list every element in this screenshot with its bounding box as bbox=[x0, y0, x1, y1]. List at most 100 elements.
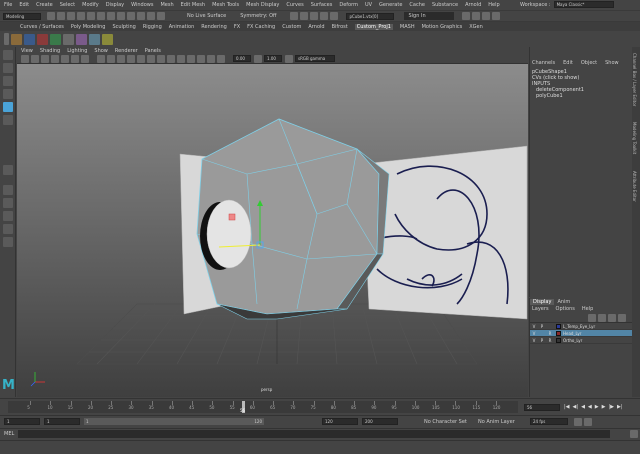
shelf-script-1-icon[interactable] bbox=[24, 33, 35, 45]
timeline-track[interactable]: 5 10 15 20 25 30 35 40 45 50 55 60 65 70 75 80 85 90 95 100… bbox=[8, 401, 518, 413]
layer-color-swatch[interactable] bbox=[556, 337, 561, 343]
menu-mesh-tools[interactable]: Mesh Tools bbox=[212, 2, 239, 8]
menu-cache[interactable]: Cache bbox=[409, 2, 425, 8]
menu-generate[interactable]: Generate bbox=[379, 2, 402, 8]
layer-visibility-toggle[interactable]: V bbox=[530, 338, 538, 343]
motion-blur-icon[interactable] bbox=[167, 54, 175, 63]
channel-box-icon[interactable] bbox=[492, 12, 501, 20]
character-set-dropdown[interactable]: No Character Set bbox=[424, 419, 472, 425]
channel-box-menu-show[interactable]: Show bbox=[605, 60, 619, 66]
anim-layer-dropdown[interactable]: No Anim Layer bbox=[478, 419, 524, 425]
shelf-tab-custom[interactable]: Custom bbox=[282, 24, 301, 30]
hypershade-icon[interactable] bbox=[320, 12, 329, 20]
gamma-icon[interactable] bbox=[254, 54, 262, 63]
workspace-dropdown[interactable]: Maya Classic* bbox=[553, 1, 614, 8]
channel-box-menu-channels[interactable]: Channels bbox=[532, 60, 555, 66]
workspace-selector[interactable]: Workspace : Maya Classic* bbox=[520, 1, 614, 8]
play-backward-icon[interactable]: ◀ bbox=[588, 404, 592, 410]
new-scene-icon[interactable] bbox=[47, 12, 55, 20]
camera-attributes-icon[interactable] bbox=[31, 54, 39, 63]
render-frame-icon[interactable] bbox=[290, 12, 299, 20]
menu-mesh-display[interactable]: Mesh Display bbox=[246, 2, 279, 8]
undo-icon[interactable] bbox=[77, 12, 85, 20]
shelf-script-3-icon[interactable] bbox=[50, 33, 61, 45]
shelf-tab-arnold[interactable]: Arnold bbox=[308, 24, 324, 30]
shelf-tab-motion-graphics[interactable]: Motion Graphics bbox=[422, 24, 463, 30]
viewport-menu-shading[interactable]: Shading bbox=[40, 48, 60, 54]
shelf-tab-xgen[interactable]: XGen bbox=[469, 24, 483, 30]
side-tab-attribute-editor[interactable]: Attribute Editor bbox=[632, 171, 637, 216]
menu-create[interactable]: Create bbox=[36, 2, 53, 8]
shelf-tab-rigging[interactable]: Rigging bbox=[143, 24, 162, 30]
menu-uv[interactable]: UV bbox=[365, 2, 372, 8]
outliner-layout-icon[interactable] bbox=[2, 211, 13, 221]
step-back-frame-icon[interactable]: ◀ bbox=[581, 404, 585, 410]
lasso-tool-icon[interactable] bbox=[2, 63, 13, 73]
shelf-tab-poly-modeling[interactable]: Poly Modeling bbox=[71, 24, 106, 30]
menu-edit[interactable]: Edit bbox=[19, 2, 29, 8]
fps-dropdown[interactable]: 24 fps bbox=[530, 418, 568, 425]
shelf-tab-sculpting[interactable]: Sculpting bbox=[112, 24, 135, 30]
channel-box-menu-object[interactable]: Object bbox=[581, 60, 597, 66]
channel-box-item-polycube1[interactable]: polyCube1 bbox=[530, 93, 632, 99]
layer-visibility-toggle[interactable]: V bbox=[530, 331, 538, 336]
layer-reference-toggle[interactable]: R bbox=[546, 338, 554, 343]
tab-display[interactable]: Display bbox=[530, 298, 555, 305]
grid-toggle-icon[interactable] bbox=[61, 54, 69, 63]
move-layer-down-icon[interactable] bbox=[598, 313, 606, 322]
shelf-script-4-icon[interactable] bbox=[63, 33, 74, 45]
shelf-script-5-icon[interactable] bbox=[76, 33, 87, 45]
menu-edit-mesh[interactable]: Edit Mesh bbox=[181, 2, 205, 8]
step-forward-frame-icon[interactable]: ▶ bbox=[602, 404, 606, 410]
current-frame-field[interactable]: 56 bbox=[524, 404, 560, 411]
open-scene-icon[interactable] bbox=[57, 12, 65, 20]
menu-help[interactable]: Help bbox=[488, 2, 499, 8]
layer-color-swatch[interactable] bbox=[556, 330, 561, 336]
menu-substance[interactable]: Substance bbox=[432, 2, 458, 8]
menu-surfaces[interactable]: Surfaces bbox=[311, 2, 333, 8]
shelf-tab-bifrost[interactable]: Bifrost bbox=[332, 24, 348, 30]
modeling-toolkit-icon[interactable] bbox=[462, 12, 471, 20]
playback-end-field[interactable]: 120 bbox=[322, 418, 358, 425]
scale-tool-icon[interactable] bbox=[2, 115, 13, 125]
side-tab-modeling-toolkit[interactable]: Modeling Toolkit bbox=[632, 122, 637, 167]
viewport-menu-lighting[interactable]: Lighting bbox=[67, 48, 87, 54]
command-input[interactable] bbox=[18, 430, 610, 438]
menu-arnold[interactable]: Arnold bbox=[465, 2, 481, 8]
isolate-select-icon[interactable] bbox=[187, 54, 195, 63]
wireframe-icon[interactable] bbox=[97, 54, 105, 63]
play-forward-icon[interactable]: ▶ bbox=[595, 404, 599, 410]
time-slider[interactable]: 5 10 15 20 25 30 35 40 45 50 55 60 65 70 75 80 85 90 95 100… bbox=[0, 398, 640, 414]
ipr-render-icon[interactable] bbox=[300, 12, 309, 20]
shelf-tab-custom-proj1[interactable]: Custom_Proj1 bbox=[354, 23, 393, 30]
snap-point-icon[interactable] bbox=[147, 12, 155, 20]
viewport-canvas[interactable]: persp bbox=[17, 64, 528, 397]
menu-curves[interactable]: Curves bbox=[286, 2, 303, 8]
smooth-shade-icon[interactable] bbox=[107, 54, 115, 63]
film-gate-icon[interactable] bbox=[71, 54, 79, 63]
save-scene-icon[interactable] bbox=[67, 12, 75, 20]
paint-select-tool-icon[interactable] bbox=[2, 76, 13, 86]
image-plane-icon[interactable] bbox=[51, 54, 59, 63]
layer-row[interactable]: V R Head_Lyr bbox=[530, 330, 632, 337]
layer-menu-help[interactable]: Help bbox=[582, 306, 593, 312]
rename-field[interactable]: pCube1.vtx[0] bbox=[346, 12, 395, 20]
menu-display[interactable]: Display bbox=[106, 2, 124, 8]
attribute-editor-icon[interactable] bbox=[472, 12, 481, 20]
gamma-field[interactable]: 1.00 bbox=[264, 55, 282, 62]
layer-menu-layers[interactable]: Layers bbox=[532, 306, 549, 312]
symmetry-label[interactable]: Symmetry: Off bbox=[240, 13, 276, 19]
menu-select[interactable]: Select bbox=[60, 2, 75, 8]
go-to-start-icon[interactable]: |◀ bbox=[564, 404, 570, 410]
viewport-menu-show[interactable]: Show bbox=[94, 48, 108, 54]
redo-icon[interactable] bbox=[87, 12, 95, 20]
single-perspective-layout-icon[interactable] bbox=[2, 185, 13, 195]
textured-icon[interactable] bbox=[127, 54, 135, 63]
shelf-script-6-icon[interactable] bbox=[89, 33, 100, 45]
shelf-tab-fx[interactable]: FX bbox=[234, 24, 240, 30]
camera-select-icon[interactable] bbox=[21, 54, 29, 63]
snap-grid-icon[interactable] bbox=[127, 12, 135, 20]
tool-settings-icon[interactable] bbox=[482, 12, 491, 20]
layer-color-swatch[interactable] bbox=[556, 323, 561, 329]
lights-icon[interactable] bbox=[137, 54, 145, 63]
